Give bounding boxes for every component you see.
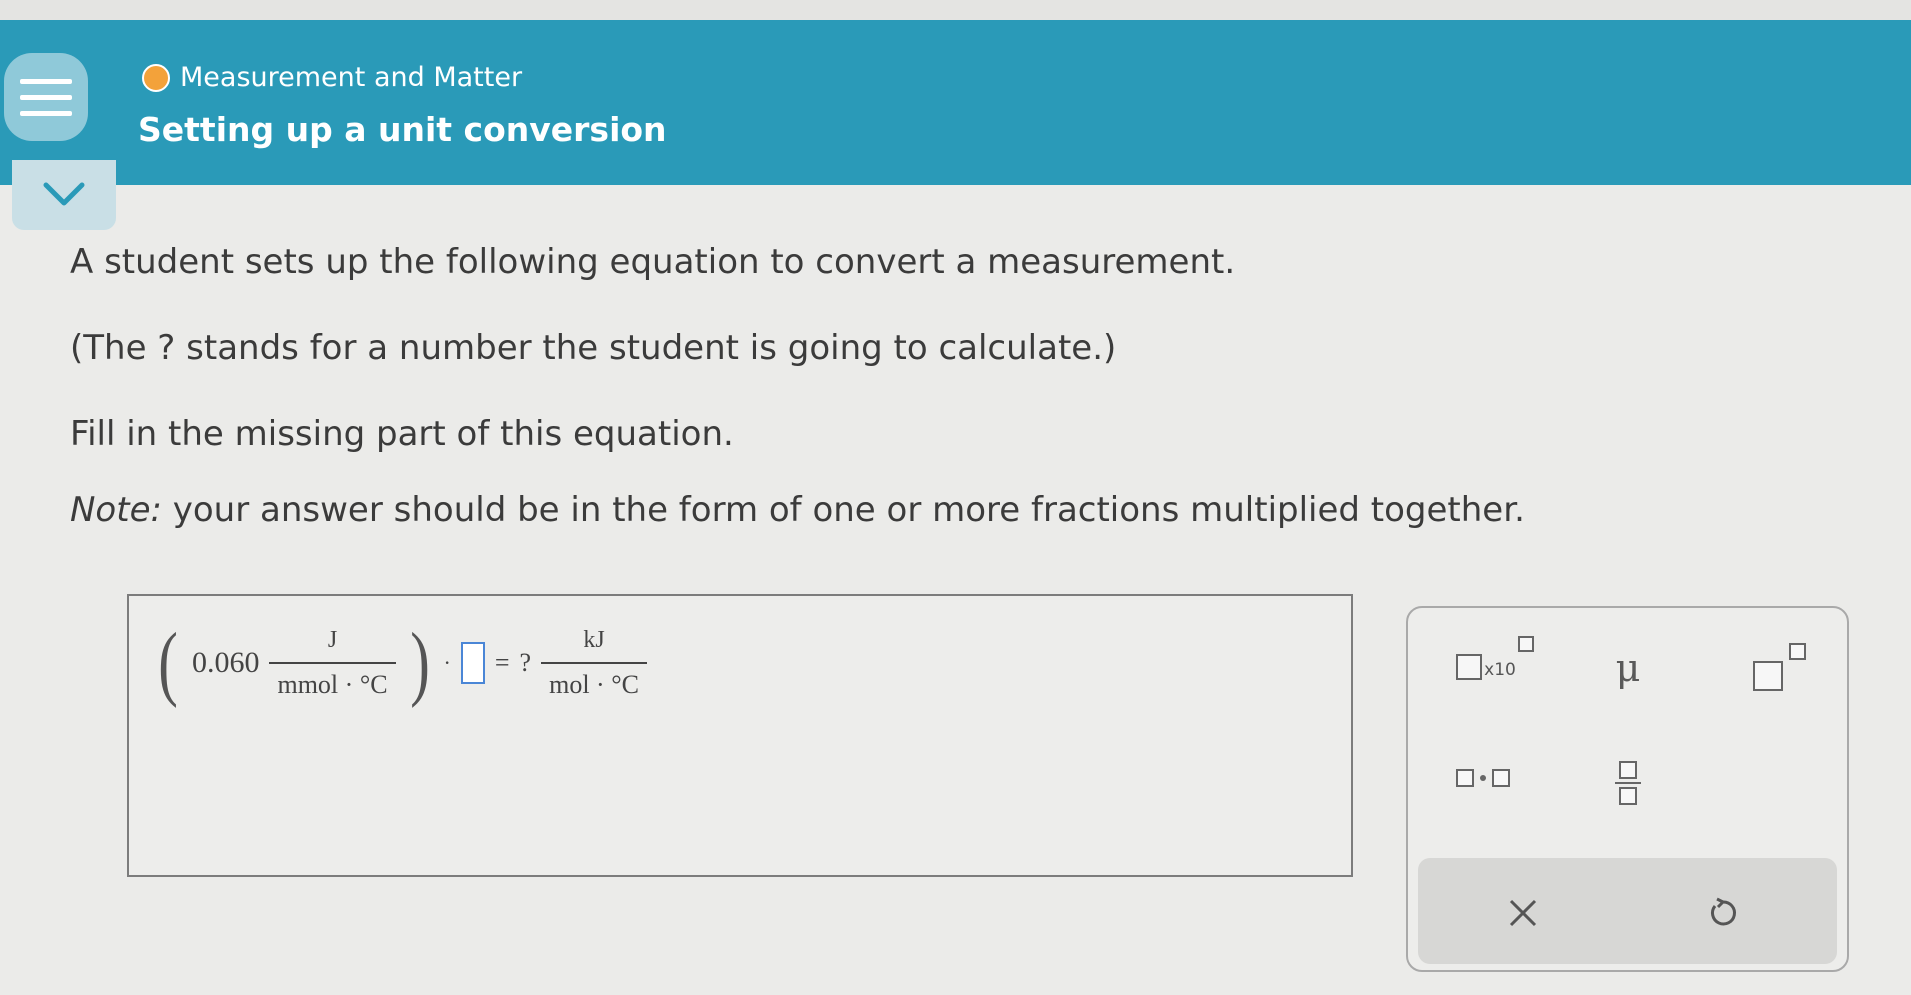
mu-button[interactable]: μ [1593, 638, 1663, 698]
unknown-value: ? [519, 648, 532, 677]
browser-top-strip [0, 0, 1911, 20]
result-unit-fraction: kJ mol · °C [541, 627, 647, 700]
page-title: Setting up a unit conversion [138, 110, 667, 149]
equation: ( 0.060 J mmol · °C ) · = ? kJ mol · °C [154, 621, 647, 705]
chevron-down-icon [43, 182, 85, 206]
math-palette: x10 μ [1406, 606, 1849, 972]
answer-input-slot[interactable] [460, 642, 485, 684]
superscript-button[interactable] [1728, 638, 1808, 698]
fraction-button[interactable] [1593, 748, 1663, 818]
given-unit-fraction: J mmol · °C [269, 626, 396, 700]
topic-row: Measurement and Matter [142, 62, 522, 93]
multiply-dot-icon [1456, 769, 1510, 787]
right-paren: ) [409, 616, 430, 709]
note-text: your answer should be in the form of one… [161, 490, 1525, 530]
header-bar: Measurement and Matter Setting up a unit… [0, 20, 1911, 185]
answer-box[interactable]: ( 0.060 J mmol · °C ) · = ? kJ mol · °C [127, 594, 1353, 877]
scientific-notation-icon: x10 [1456, 636, 1534, 680]
question-line-1: A student sets up the following equation… [70, 242, 1236, 282]
superscript-icon [1753, 643, 1806, 691]
given-unit-numerator: J [327, 626, 338, 653]
equals-sign: = [494, 648, 510, 677]
x10-label: x10 [1484, 660, 1516, 680]
fraction-icon [1615, 761, 1641, 805]
clear-x-icon [1509, 899, 1537, 927]
topic-status-dot-icon [142, 63, 170, 92]
mu-symbol: μ [1615, 646, 1641, 690]
question-line-3: Fill in the missing part of this equatio… [70, 414, 734, 454]
undo-icon [1711, 897, 1736, 926]
multiply-dot-button[interactable] [1438, 753, 1528, 803]
result-unit-denominator: mol · °C [541, 661, 647, 700]
given-unit-denominator: mmol · °C [269, 661, 396, 700]
hamburger-menu-icon[interactable] [4, 53, 88, 141]
given-value: 0.060 [191, 646, 260, 679]
undo-button[interactable] [1678, 878, 1768, 948]
question-note: Note: your answer should be in the form … [70, 490, 1525, 530]
scientific-notation-button[interactable]: x10 [1436, 636, 1536, 692]
multiply-dot: · [443, 650, 451, 675]
collapse-toggle[interactable] [12, 160, 116, 230]
left-paren: ( [158, 616, 178, 709]
question-line-2: (The ? stands for a number the student i… [70, 328, 1117, 368]
clear-button[interactable] [1478, 878, 1568, 948]
topic-name: Measurement and Matter [180, 62, 523, 93]
result-unit-numerator: kJ [583, 626, 605, 653]
note-label: Note: [70, 490, 162, 530]
